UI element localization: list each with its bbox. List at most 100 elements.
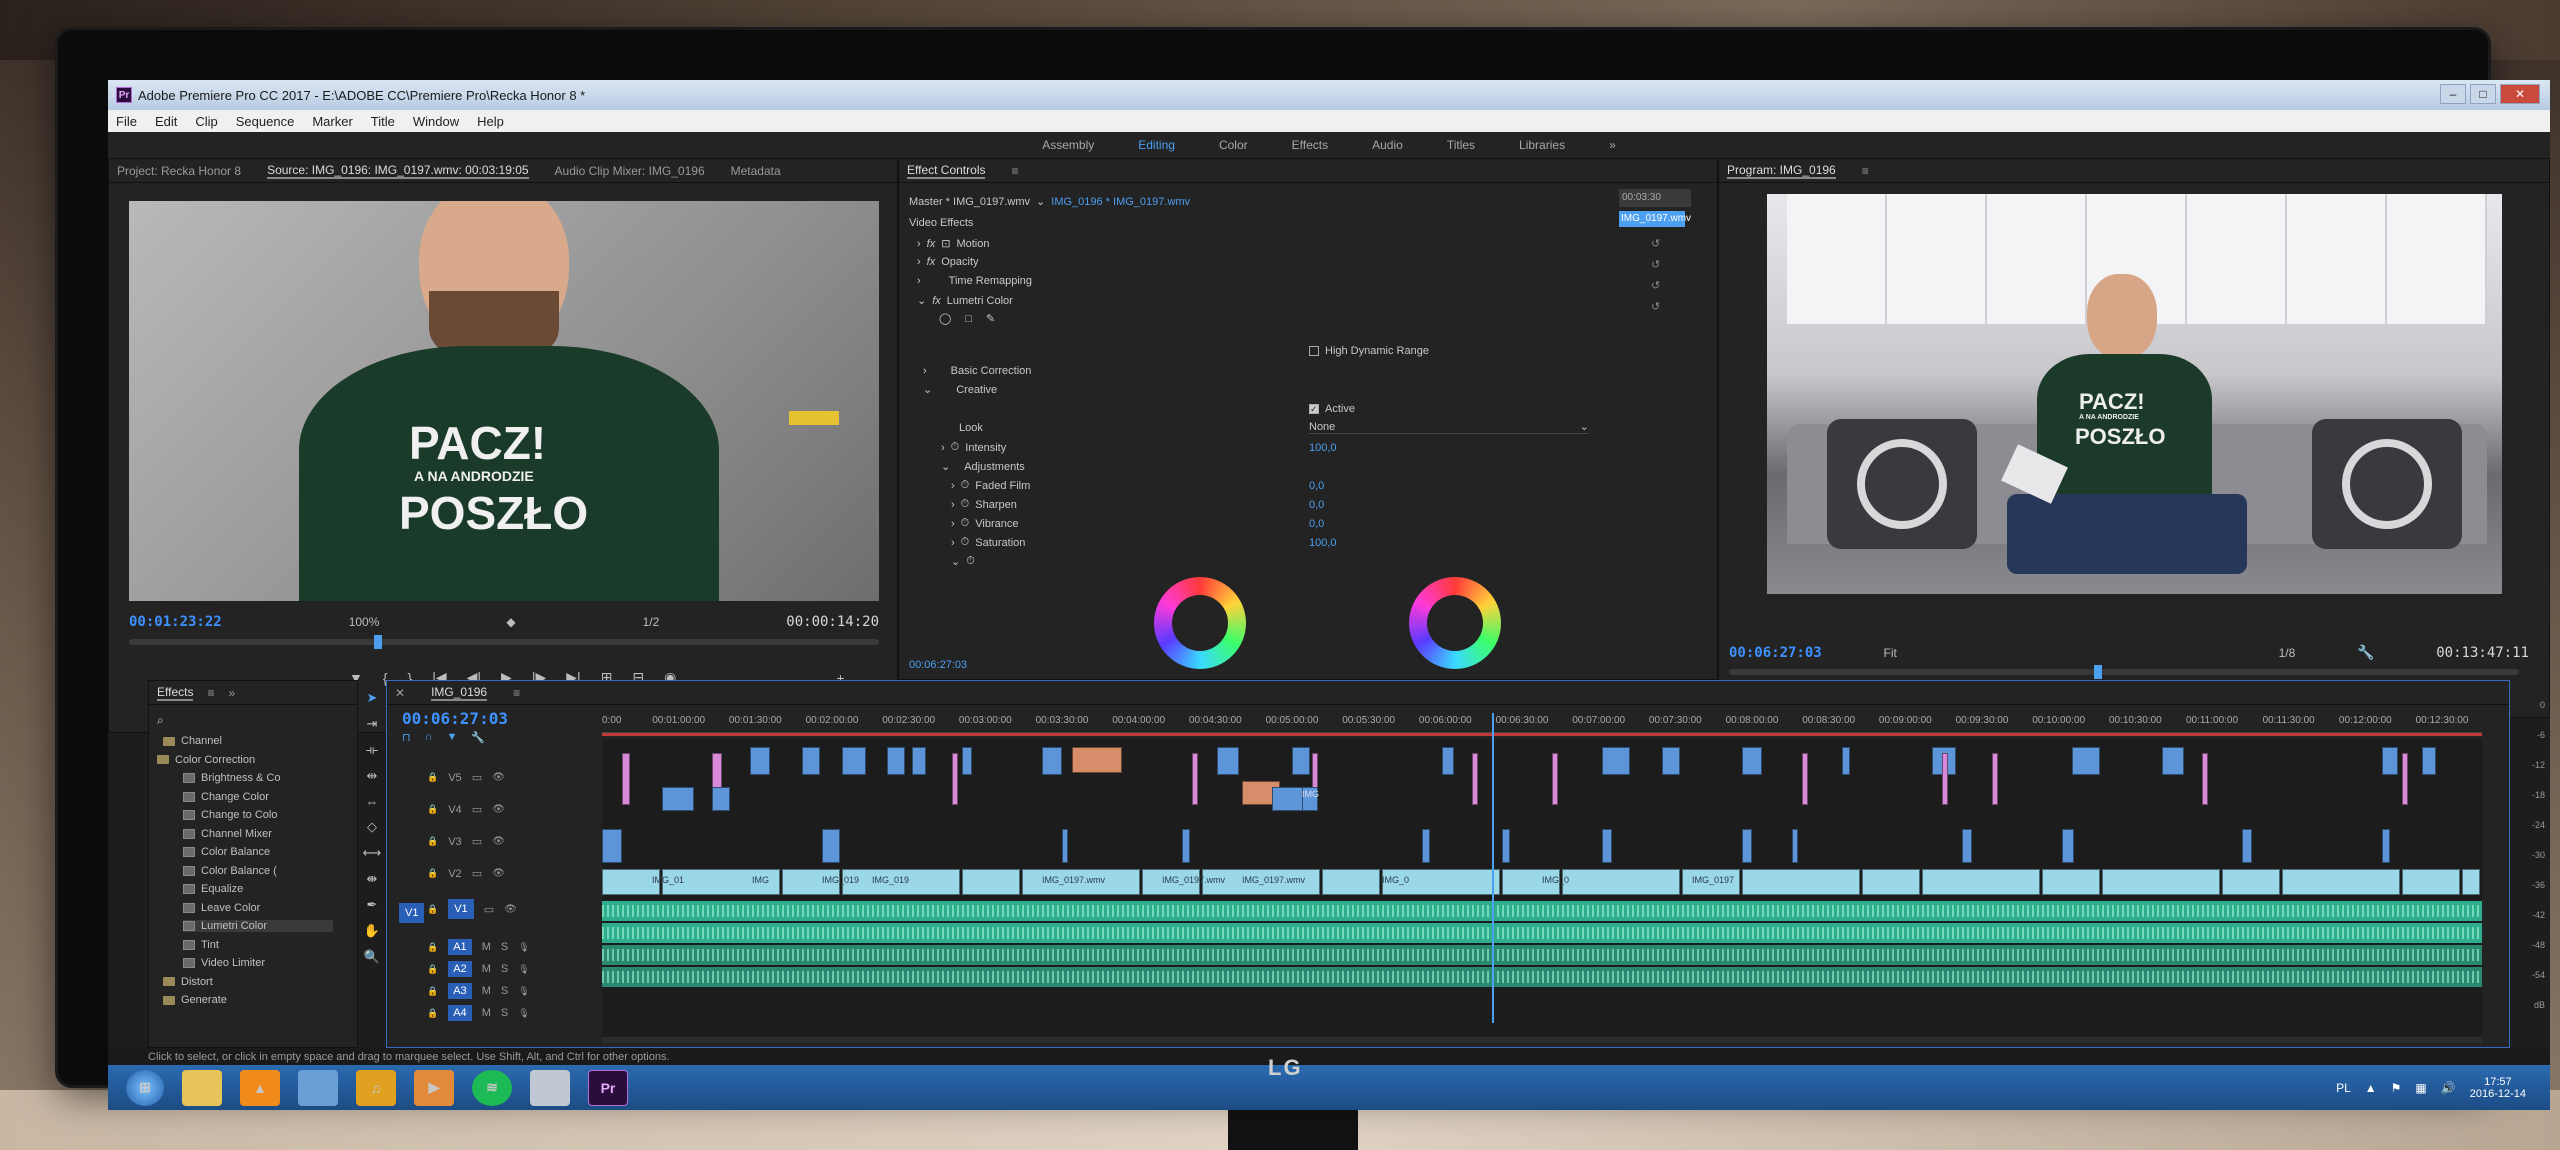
timeline-clip[interactable] [1442, 747, 1454, 775]
lock-icon[interactable]: 🔒 [427, 964, 438, 975]
timeline-clip[interactable] [1602, 747, 1630, 775]
mute-button[interactable]: M [482, 985, 491, 997]
media-player-taskbar-icon[interactable]: ▶ [414, 1069, 454, 1106]
lock-icon[interactable]: 🔒 [427, 772, 438, 783]
eye-icon[interactable]: 👁 [492, 836, 505, 847]
timeline-clip[interactable] [750, 747, 770, 775]
v1-clip[interactable] [2282, 869, 2400, 895]
sync-lock-icon[interactable]: ▭ [472, 803, 482, 816]
tab-audio-clip-mixer[interactable]: Audio Clip Mixer: IMG_0196 [555, 164, 705, 178]
tab-project[interactable]: Project: Recka Honor 8 [117, 164, 241, 178]
effects-list-item[interactable]: Change Color [183, 791, 269, 803]
tab-metadata[interactable]: Metadata [731, 164, 781, 178]
timeline-clip[interactable] [602, 829, 622, 863]
effects-list-item[interactable]: Lumetri Color [183, 920, 333, 932]
slide-tool-icon[interactable]: ⇼ [367, 871, 378, 887]
program-resolution-select[interactable]: 1/8 [2279, 646, 2296, 660]
highlight-tint-color-wheel[interactable] [1409, 577, 1501, 669]
shadow-tint-color-wheel[interactable] [1154, 577, 1246, 669]
effect-controls-timecode[interactable]: 00:06:27:03 [909, 659, 967, 671]
lock-icon[interactable]: 🔒 [427, 986, 438, 997]
reset-icon[interactable]: ↺ [1651, 300, 1660, 313]
source-zoom-select[interactable]: 100% [349, 615, 380, 629]
ellipse-mask-icon[interactable]: ◯ [939, 312, 951, 325]
solo-button[interactable]: S [501, 985, 508, 997]
photos-taskbar-icon[interactable] [298, 1069, 338, 1106]
eye-icon[interactable]: 👁 [504, 904, 517, 915]
lock-icon[interactable]: 🔒 [427, 868, 438, 879]
more-workspaces-icon[interactable]: » [1609, 138, 1616, 152]
source-resolution-select[interactable]: 1/2 [643, 615, 660, 629]
timeline-clip[interactable] [2202, 753, 2208, 805]
effects-list-item[interactable]: Tint [183, 939, 219, 951]
hdr-checkbox[interactable]: High Dynamic Range [1309, 345, 1429, 357]
effect-time-remapping[interactable]: › Time Remapping [917, 275, 1032, 287]
premiere-taskbar-icon[interactable]: Pr [588, 1069, 628, 1106]
timeline-clip[interactable] [842, 747, 866, 775]
eye-icon[interactable]: 👁 [492, 772, 505, 783]
razor-tool-icon[interactable]: ◇ [367, 819, 377, 835]
timeline-clip[interactable] [1182, 829, 1190, 863]
program-timecode[interactable]: 00:06:27:03 [1729, 645, 1822, 661]
menu-clip[interactable]: Clip [195, 114, 217, 129]
zoom-tool-icon[interactable]: 🔍 [364, 949, 380, 965]
faded-film-value[interactable]: 0,0 [1309, 480, 1324, 492]
flag-icon[interactable]: ⚑ [2391, 1081, 2402, 1095]
effect-lumetri-color[interactable]: ⌄ fx Lumetri Color [917, 294, 1013, 308]
video-track-header[interactable]: 🔒 V4 ▭ 👁 [427, 803, 505, 817]
timeline-clip[interactable] [2242, 829, 2252, 863]
basic-correction-section[interactable]: › Basic Correction [923, 365, 1031, 377]
stopwatch-icon[interactable]: ⏱ [961, 517, 970, 530]
vibrance-value[interactable]: 0,0 [1309, 518, 1324, 530]
mute-button[interactable]: M [482, 963, 491, 975]
effects-search-icon[interactable]: ⌕ [157, 713, 164, 728]
source-timecode[interactable]: 00:01:23:22 [129, 614, 222, 630]
add-marker-icon[interactable]: ▼ [447, 731, 458, 744]
video-track-header[interactable]: 🔒 V3 ▭ 👁 [427, 835, 505, 849]
menu-edit[interactable]: Edit [155, 114, 177, 129]
effects-list-item[interactable]: Generate [163, 994, 227, 1006]
pen-tool-icon[interactable]: ✒ [367, 897, 378, 913]
hand-tool-icon[interactable]: ✋ [364, 923, 380, 939]
solo-button[interactable]: S [501, 1007, 508, 1019]
close-button[interactable]: ✕ [2500, 84, 2540, 104]
timeline-clip[interactable] [1292, 747, 1310, 775]
source-video-frame[interactable]: PACZ! A NA ANDRODZIE POSZŁO [129, 201, 879, 601]
effects-list-item[interactable]: Video Limiter [183, 957, 265, 969]
effects-list-item[interactable]: Change to Colo [183, 809, 277, 821]
tab-sequence[interactable]: IMG_0196 [431, 685, 488, 701]
timeline-playhead[interactable] [1492, 713, 1494, 1023]
timeline-settings-icon[interactable]: 🔧 [471, 731, 485, 744]
v1-clip[interactable] [1922, 869, 2040, 895]
tray-expand-icon[interactable]: ▲ [2365, 1081, 2377, 1095]
mute-button[interactable]: M [482, 941, 491, 953]
active-checkbox[interactable]: ✓ Active [1309, 403, 1355, 415]
workspace-effects[interactable]: Effects [1292, 138, 1328, 152]
work-area-bar[interactable] [602, 733, 2482, 736]
timeline-clip[interactable] [1422, 829, 1430, 863]
stopwatch-icon[interactable]: ⏱ [966, 555, 975, 568]
timeline-clip[interactable] [2162, 747, 2184, 775]
v1-clip[interactable] [1742, 869, 1860, 895]
panel-menu-icon[interactable]: ≡ [207, 686, 214, 700]
timeline-clip[interactable] [2062, 829, 2074, 863]
clock[interactable]: 17:57 2016-12-14 [2470, 1076, 2526, 1100]
panel-menu-icon[interactable]: ≡ [1862, 164, 1869, 178]
more-panels-icon[interactable]: » [228, 686, 235, 700]
v1-clip[interactable] [2462, 869, 2480, 895]
snap-icon[interactable]: ⊓ [402, 731, 411, 744]
rectangle-mask-icon[interactable]: □ [965, 313, 972, 325]
source-marker-icon[interactable]: ◆ [506, 615, 515, 629]
reset-icon[interactable]: ↺ [1651, 237, 1660, 250]
slip-tool-icon[interactable]: ⟷ [363, 845, 382, 861]
timeline-clip[interactable] [962, 747, 972, 775]
program-scrubber[interactable] [1729, 665, 2519, 679]
timeline-clip[interactable] [662, 787, 694, 811]
window-taskbar-icon[interactable] [530, 1069, 570, 1106]
timeline-clip[interactable] [912, 747, 926, 775]
workspace-editing[interactable]: Editing [1138, 138, 1175, 152]
creative-section[interactable]: ⌄ Creative [923, 383, 997, 397]
audio-taskbar-icon[interactable]: ♫ [356, 1069, 396, 1106]
v1-clip[interactable] [962, 869, 1020, 895]
vlc-taskbar-icon[interactable]: ▲ [240, 1069, 280, 1106]
